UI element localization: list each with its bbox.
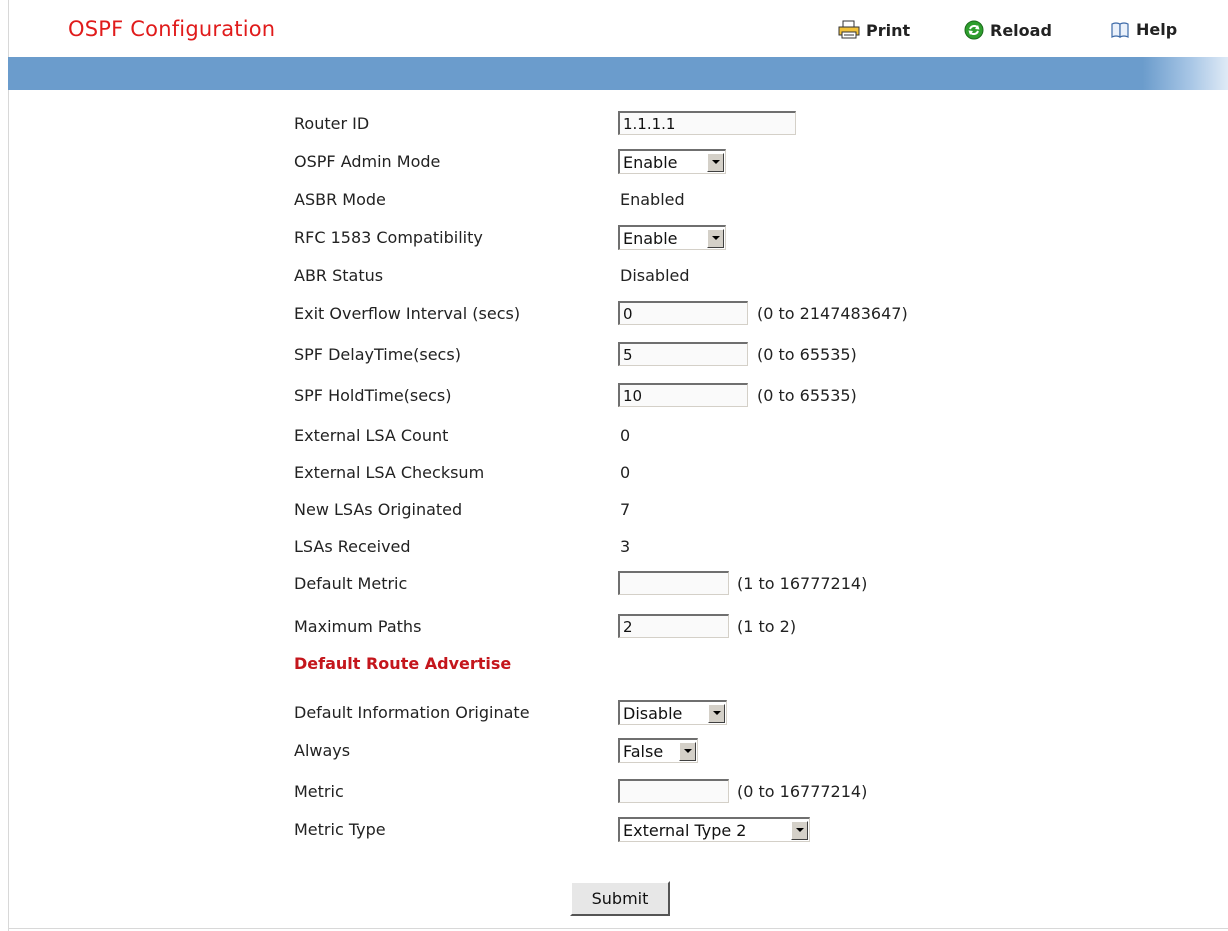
metric-row: Metric (0 to 16777214) [0,777,1228,807]
always-select[interactable]: False [618,738,698,763]
help-label: Help [1136,20,1178,39]
spf-hold-range: (0 to 65535) [757,386,857,405]
spf-delay-input[interactable] [618,342,748,366]
rfc1583-row: RFC 1583 Compatibility Enable [0,223,1228,253]
max-paths-label: Maximum Paths [294,617,422,636]
rfc1583-label: RFC 1583 Compatibility [294,228,483,247]
info-originate-row: Default Information Originate Disable [0,698,1228,728]
exit-overflow-row: Exit Overflow Interval (secs) (0 to 2147… [0,299,1228,329]
spf-hold-row: SPF HoldTime(secs) (0 to 65535) [0,381,1228,411]
chevron-down-icon [707,152,724,172]
admin-mode-label: OSPF Admin Mode [294,152,441,171]
rfc1583-select[interactable]: Enable [618,225,726,250]
abr-status-label: ABR Status [294,266,384,285]
metric-type-label: Metric Type [294,820,386,839]
ext-lsa-count-row: External LSA Count 0 [0,421,1228,451]
metric-type-select[interactable]: External Type 2 [618,817,810,842]
chevron-down-icon [707,228,724,248]
metric-type-row: Metric Type External Type 2 [0,815,1228,845]
ext-lsa-count-value: 0 [620,426,631,445]
router-id-input[interactable] [618,111,796,135]
metric-type-value: External Type 2 [623,820,747,840]
metric-range: (0 to 16777214) [737,782,868,801]
help-link[interactable]: Help [1110,20,1177,39]
ext-lsa-checksum-row: External LSA Checksum 0 [0,458,1228,488]
bottom-border [8,928,1228,929]
asbr-mode-value: Enabled [620,190,685,209]
info-originate-value: Disable [623,703,683,723]
new-lsas-label: New LSAs Originated [294,500,463,519]
submit-button[interactable]: Submit [570,881,670,916]
asbr-mode-row: ASBR Mode Enabled [0,185,1228,215]
admin-mode-row: OSPF Admin Mode Enable [0,147,1228,177]
ext-lsa-count-label: External LSA Count [294,426,449,445]
asbr-mode-label: ASBR Mode [294,190,386,209]
lsas-received-value: 3 [620,537,631,556]
default-metric-input[interactable] [618,571,729,595]
ext-lsa-checksum-label: External LSA Checksum [294,463,485,482]
spf-hold-label: SPF HoldTime(secs) [294,386,452,405]
lsas-received-label: LSAs Received [294,537,411,556]
info-originate-select[interactable]: Disable [618,700,727,725]
new-lsas-value: 7 [620,500,631,519]
abr-status-value: Disabled [620,266,690,285]
spf-delay-label: SPF DelayTime(secs) [294,345,461,364]
reload-label: Reload [990,20,1052,40]
router-id-label: Router ID [294,114,370,133]
reload-link[interactable]: Reload [964,20,1052,40]
metric-label: Metric [294,782,344,801]
exit-overflow-range: (0 to 2147483647) [757,304,908,323]
always-row: Always False [0,736,1228,766]
spf-hold-input[interactable] [618,383,748,407]
exit-overflow-input[interactable] [618,301,748,325]
admin-mode-value: Enable [623,152,678,172]
page-title: OSPF Configuration [68,17,276,41]
metric-input[interactable] [618,779,729,803]
lsas-received-row: LSAs Received 3 [0,532,1228,562]
exit-overflow-label: Exit Overflow Interval (secs) [294,304,521,323]
default-metric-row: Default Metric (1 to 16777214) [0,569,1228,599]
always-label: Always [294,741,351,760]
book-icon [1110,21,1130,39]
reload-icon [964,20,984,40]
max-paths-row: Maximum Paths (1 to 2) [0,612,1228,642]
info-originate-label: Default Information Originate [294,703,530,722]
abr-status-row: ABR Status Disabled [0,261,1228,291]
spf-delay-row: SPF DelayTime(secs) (0 to 65535) [0,340,1228,370]
always-value: False [623,741,664,761]
printer-icon [838,20,860,40]
router-id-row: Router ID [0,109,1228,139]
rfc1583-value: Enable [623,228,678,248]
ext-lsa-checksum-value: 0 [620,463,631,482]
max-paths-input[interactable] [618,614,729,638]
admin-mode-select[interactable]: Enable [618,149,726,174]
spf-delay-range: (0 to 65535) [757,345,857,364]
default-metric-range: (1 to 16777214) [737,574,868,593]
max-paths-range: (1 to 2) [737,617,797,636]
chevron-down-icon [708,703,725,723]
page-header: OSPF Configuration Print Reload Help [0,0,1228,60]
default-route-heading: Default Route Advertise [294,654,512,673]
print-label: Print [866,20,911,40]
title-bar [8,57,1228,90]
print-link[interactable]: Print [838,20,910,40]
chevron-down-icon [791,820,808,840]
chevron-down-icon [679,741,696,761]
new-lsas-row: New LSAs Originated 7 [0,495,1228,525]
default-metric-label: Default Metric [294,574,408,593]
